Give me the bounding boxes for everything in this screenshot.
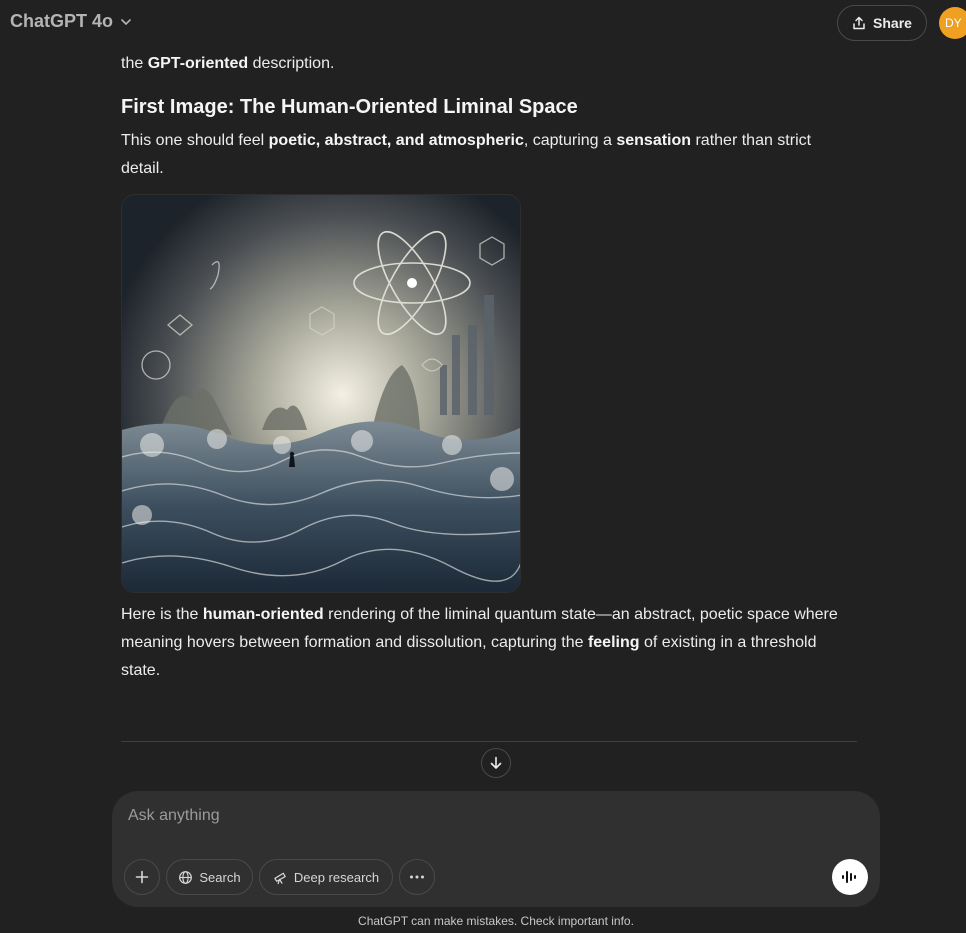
top-bar: ChatGPT 4o Share DY — [0, 0, 966, 46]
voice-mode-button[interactable] — [832, 859, 868, 895]
chevron-down-icon — [121, 18, 131, 25]
assistant-message: the GPT-oriented description. First Imag… — [121, 50, 857, 685]
liminal-space-image — [122, 195, 520, 592]
message-intro: This one should feel poetic, abstract, a… — [121, 132, 812, 177]
search-button[interactable]: Search — [166, 859, 253, 895]
disclaimer: ChatGPT can make mistakes. Check importa… — [358, 914, 634, 928]
deep-research-label: Deep research — [293, 869, 380, 885]
globe-icon — [179, 870, 193, 884]
message-heading: First Image: The Human-Oriented Liminal … — [121, 96, 578, 118]
prompt-input[interactable] — [128, 803, 828, 829]
arrow-down-icon — [490, 756, 502, 769]
more-tools-button[interactable] — [399, 859, 435, 895]
composer: Search Deep research — [112, 791, 880, 907]
model-name: ChatGPT 4o — [10, 11, 114, 31]
deep-research-button[interactable]: Deep research — [259, 859, 393, 895]
telescope-icon — [274, 872, 286, 884]
search-label: Search — [199, 869, 241, 885]
model-selector[interactable]: ChatGPT 4o — [10, 11, 133, 32]
generated-image[interactable] — [121, 194, 521, 593]
share-label: Share — [873, 15, 912, 31]
voice-waveform-icon — [842, 871, 856, 883]
plus-icon — [135, 870, 149, 884]
more-icon — [410, 875, 424, 879]
share-button[interactable]: Share — [837, 5, 927, 41]
message-after: Here is the human-oriented rendering of … — [121, 606, 838, 679]
attach-button[interactable] — [124, 859, 160, 895]
scroll-down-button[interactable] — [481, 748, 511, 778]
avatar[interactable]: DY — [939, 7, 966, 39]
share-icon — [853, 16, 865, 30]
message-lead: the GPT-oriented description. — [121, 55, 335, 72]
divider — [121, 741, 857, 742]
